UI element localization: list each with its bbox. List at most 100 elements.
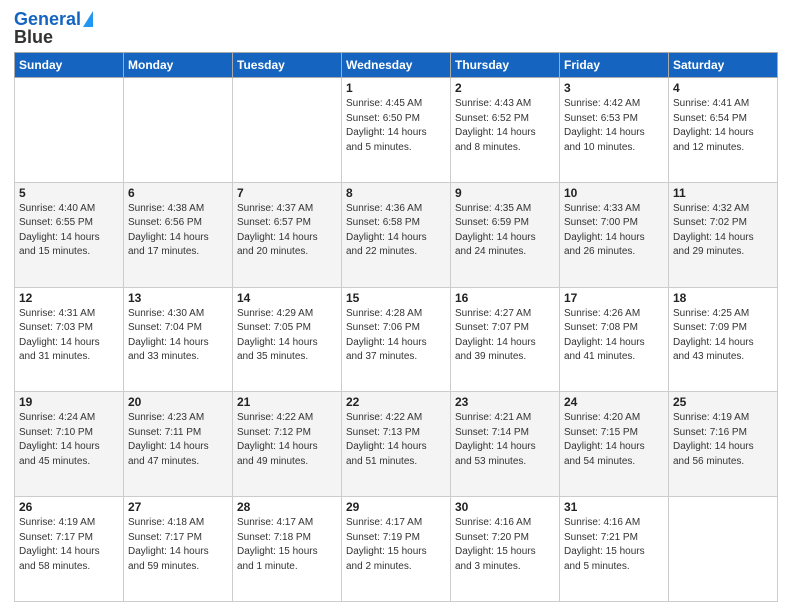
day-info: Sunrise: 4:37 AMSunset: 6:57 PMDaylight:… bbox=[237, 202, 337, 260]
calendar-header: SundayMondayTuesdayWednesdayThursdayFrid… bbox=[15, 53, 778, 78]
day-info: Sunrise: 4:38 AMSunset: 6:56 PMDaylight:… bbox=[128, 202, 228, 260]
day-number: 20 bbox=[128, 395, 228, 409]
calendar-cell bbox=[124, 78, 233, 183]
logo: General Blue bbox=[14, 10, 93, 46]
weekday-header-row: SundayMondayTuesdayWednesdayThursdayFrid… bbox=[15, 53, 778, 78]
weekday-header-cell: Tuesday bbox=[233, 53, 342, 78]
calendar-cell: 16Sunrise: 4:27 AMSunset: 7:07 PMDayligh… bbox=[451, 287, 560, 392]
logo-blue: Blue bbox=[14, 28, 53, 46]
day-info: Sunrise: 4:23 AMSunset: 7:11 PMDaylight:… bbox=[128, 411, 228, 469]
weekday-header-cell: Monday bbox=[124, 53, 233, 78]
day-info: Sunrise: 4:33 AMSunset: 7:00 PMDaylight:… bbox=[564, 202, 664, 260]
day-number: 1 bbox=[346, 81, 446, 95]
day-info: Sunrise: 4:20 AMSunset: 7:15 PMDaylight:… bbox=[564, 411, 664, 469]
day-info: Sunrise: 4:22 AMSunset: 7:12 PMDaylight:… bbox=[237, 411, 337, 469]
day-info: Sunrise: 4:28 AMSunset: 7:06 PMDaylight:… bbox=[346, 307, 446, 365]
calendar-cell: 9Sunrise: 4:35 AMSunset: 6:59 PMDaylight… bbox=[451, 182, 560, 287]
calendar-cell: 2Sunrise: 4:43 AMSunset: 6:52 PMDaylight… bbox=[451, 78, 560, 183]
day-number: 2 bbox=[455, 81, 555, 95]
calendar-cell: 25 Sunrise: 4:19 AMSunset: 7:16 PMDayligh… bbox=[669, 392, 778, 497]
day-info: Sunrise: 4:16 AMSunset: 7:20 PMDaylight:… bbox=[455, 516, 555, 574]
day-info: Sunrise: 4:40 AMSunset: 6:55 PMDaylight:… bbox=[19, 202, 119, 260]
header: General Blue bbox=[14, 10, 778, 46]
day-info: Sunrise: 4:27 AMSunset: 7:07 PMDaylight:… bbox=[455, 307, 555, 365]
day-info: Sunrise: 4:41 AMSunset: 6:54 PMDaylight:… bbox=[673, 97, 773, 155]
day-number: 19 bbox=[19, 395, 119, 409]
day-info: Sunrise: 4:36 AMSunset: 6:58 PMDaylight:… bbox=[346, 202, 446, 260]
day-number: 28 bbox=[237, 500, 337, 514]
calendar-cell: 1 Sunrise: 4:45 AMSunset: 6:50 PMDaylight… bbox=[342, 78, 451, 183]
calendar-cell: 8 Sunrise: 4:36 AMSunset: 6:58 PMDaylight… bbox=[342, 182, 451, 287]
weekday-header-cell: Wednesday bbox=[342, 53, 451, 78]
day-number: 31 bbox=[564, 500, 664, 514]
weekday-header-cell: Friday bbox=[560, 53, 669, 78]
calendar-cell bbox=[669, 497, 778, 602]
calendar-cell: 10 Sunrise: 4:33 AMSunset: 7:00 PMDayligh… bbox=[560, 182, 669, 287]
day-info: Sunrise: 4:17 AMSunset: 7:18 PMDaylight:… bbox=[237, 516, 337, 574]
day-number: 15 bbox=[346, 291, 446, 305]
day-number: 27 bbox=[128, 500, 228, 514]
calendar-cell: 27Sunrise: 4:18 AMSunset: 7:17 PMDayligh… bbox=[124, 497, 233, 602]
calendar-cell bbox=[15, 78, 124, 183]
calendar-week-row: 12Sunrise: 4:31 AMSunset: 7:03 PMDayligh… bbox=[15, 287, 778, 392]
calendar-week-row: 1 Sunrise: 4:45 AMSunset: 6:50 PMDaylight… bbox=[15, 78, 778, 183]
day-info: Sunrise: 4:31 AMSunset: 7:03 PMDaylight:… bbox=[19, 307, 119, 365]
day-number: 21 bbox=[237, 395, 337, 409]
day-info: Sunrise: 4:19 AMSunset: 7:16 PMDaylight:… bbox=[673, 411, 773, 469]
logo-text: General bbox=[14, 10, 81, 28]
day-number: 6 bbox=[128, 186, 228, 200]
day-info: Sunrise: 4:32 AMSunset: 7:02 PMDaylight:… bbox=[673, 202, 773, 260]
calendar-cell: 7 Sunrise: 4:37 AMSunset: 6:57 PMDaylight… bbox=[233, 182, 342, 287]
calendar-cell: 28 Sunrise: 4:17 AMSunset: 7:18 PMDayligh… bbox=[233, 497, 342, 602]
day-number: 5 bbox=[19, 186, 119, 200]
day-number: 7 bbox=[237, 186, 337, 200]
calendar-cell: 20 Sunrise: 4:23 AMSunset: 7:11 PMDayligh… bbox=[124, 392, 233, 497]
calendar-cell: 24 Sunrise: 4:20 AMSunset: 7:15 PMDayligh… bbox=[560, 392, 669, 497]
day-info: Sunrise: 4:29 AMSunset: 7:05 PMDaylight:… bbox=[237, 307, 337, 365]
page: General Blue SundayMondayTuesdayWednesda… bbox=[0, 0, 792, 612]
weekday-header-cell: Thursday bbox=[451, 53, 560, 78]
weekday-header-cell: Saturday bbox=[669, 53, 778, 78]
calendar-cell: 21 Sunrise: 4:22 AMSunset: 7:12 PMDayligh… bbox=[233, 392, 342, 497]
calendar-cell: 3Sunrise: 4:42 AMSunset: 6:53 PMDaylight… bbox=[560, 78, 669, 183]
calendar-cell: 6 Sunrise: 4:38 AMSunset: 6:56 PMDaylight… bbox=[124, 182, 233, 287]
calendar-cell: 29Sunrise: 4:17 AMSunset: 7:19 PMDayligh… bbox=[342, 497, 451, 602]
day-number: 14 bbox=[237, 291, 337, 305]
day-info: Sunrise: 4:45 AMSunset: 6:50 PMDaylight:… bbox=[346, 97, 446, 155]
calendar-cell: 22 Sunrise: 4:22 AMSunset: 7:13 PMDayligh… bbox=[342, 392, 451, 497]
day-number: 30 bbox=[455, 500, 555, 514]
day-number: 22 bbox=[346, 395, 446, 409]
calendar-cell: 19 Sunrise: 4:24 AMSunset: 7:10 PMDayligh… bbox=[15, 392, 124, 497]
calendar-cell bbox=[233, 78, 342, 183]
day-number: 10 bbox=[564, 186, 664, 200]
day-info: Sunrise: 4:30 AMSunset: 7:04 PMDaylight:… bbox=[128, 307, 228, 365]
calendar-cell: 17Sunrise: 4:26 AMSunset: 7:08 PMDayligh… bbox=[560, 287, 669, 392]
calendar-week-row: 5 Sunrise: 4:40 AMSunset: 6:55 PMDaylight… bbox=[15, 182, 778, 287]
day-info: Sunrise: 4:22 AMSunset: 7:13 PMDaylight:… bbox=[346, 411, 446, 469]
day-number: 23 bbox=[455, 395, 555, 409]
calendar-cell: 12Sunrise: 4:31 AMSunset: 7:03 PMDayligh… bbox=[15, 287, 124, 392]
day-number: 8 bbox=[346, 186, 446, 200]
calendar-cell: 14 Sunrise: 4:29 AMSunset: 7:05 PMDayligh… bbox=[233, 287, 342, 392]
day-number: 3 bbox=[564, 81, 664, 95]
day-info: Sunrise: 4:16 AMSunset: 7:21 PMDaylight:… bbox=[564, 516, 664, 574]
calendar-cell: 4Sunrise: 4:41 AMSunset: 6:54 PMDaylight… bbox=[669, 78, 778, 183]
day-number: 17 bbox=[564, 291, 664, 305]
day-number: 24 bbox=[564, 395, 664, 409]
day-number: 26 bbox=[19, 500, 119, 514]
day-number: 25 bbox=[673, 395, 773, 409]
day-info: Sunrise: 4:24 AMSunset: 7:10 PMDaylight:… bbox=[19, 411, 119, 469]
day-number: 11 bbox=[673, 186, 773, 200]
calendar-cell: 15 Sunrise: 4:28 AMSunset: 7:06 PMDayligh… bbox=[342, 287, 451, 392]
calendar-cell: 31 Sunrise: 4:16 AMSunset: 7:21 PMDayligh… bbox=[560, 497, 669, 602]
calendar-week-row: 19 Sunrise: 4:24 AMSunset: 7:10 PMDayligh… bbox=[15, 392, 778, 497]
day-info: Sunrise: 4:21 AMSunset: 7:14 PMDaylight:… bbox=[455, 411, 555, 469]
calendar-cell: 5 Sunrise: 4:40 AMSunset: 6:55 PMDaylight… bbox=[15, 182, 124, 287]
logo-triangle-icon bbox=[83, 11, 93, 27]
logo-general: General bbox=[14, 9, 81, 29]
calendar-cell: 18Sunrise: 4:25 AMSunset: 7:09 PMDayligh… bbox=[669, 287, 778, 392]
day-number: 13 bbox=[128, 291, 228, 305]
day-info: Sunrise: 4:19 AMSunset: 7:17 PMDaylight:… bbox=[19, 516, 119, 574]
calendar-cell: 23 Sunrise: 4:21 AMSunset: 7:14 PMDayligh… bbox=[451, 392, 560, 497]
calendar-body: 1 Sunrise: 4:45 AMSunset: 6:50 PMDaylight… bbox=[15, 78, 778, 602]
